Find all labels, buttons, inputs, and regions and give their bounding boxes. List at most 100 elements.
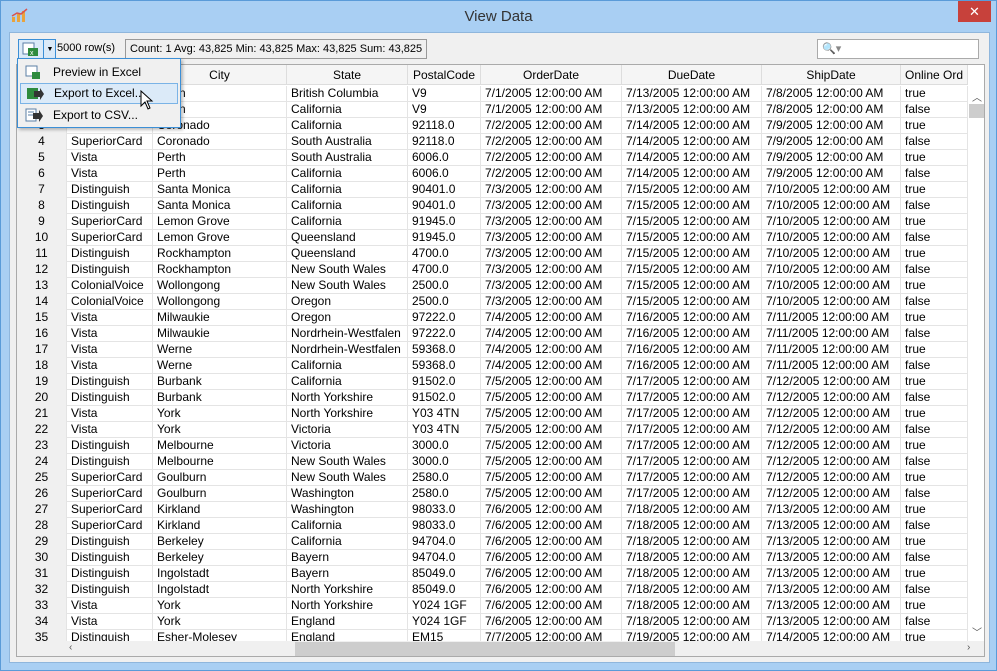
- cell-due-date[interactable]: 7/14/2005 12:00:00 AM: [622, 118, 762, 134]
- cell-online-order[interactable]: false: [901, 102, 968, 118]
- cell-row-number[interactable]: 6: [17, 166, 67, 182]
- cell-row-number[interactable]: 10: [17, 230, 67, 246]
- cell-city[interactable]: Rockhampton: [153, 262, 287, 278]
- cell-card-type[interactable]: SuperiorCard: [67, 470, 153, 486]
- cell-order-date[interactable]: 7/3/2005 12:00:00 AM: [481, 230, 622, 246]
- cell-ship-date[interactable]: 7/10/2005 12:00:00 AM: [762, 230, 901, 246]
- cell-ship-date[interactable]: 7/13/2005 12:00:00 AM: [762, 582, 901, 598]
- cell-online-order[interactable]: true: [901, 118, 968, 134]
- cell-state[interactable]: Bayern: [287, 550, 408, 566]
- cell-postal-code[interactable]: 92118.0: [408, 134, 481, 150]
- cell-due-date[interactable]: 7/16/2005 12:00:00 AM: [622, 326, 762, 342]
- cell-ship-date[interactable]: 7/13/2005 12:00:00 AM: [762, 566, 901, 582]
- cell-row-number[interactable]: 13: [17, 278, 67, 294]
- cell-city[interactable]: Lemon Grove: [153, 214, 287, 230]
- cell-due-date[interactable]: 7/13/2005 12:00:00 AM: [622, 86, 762, 102]
- cell-order-date[interactable]: 7/3/2005 12:00:00 AM: [481, 182, 622, 198]
- cell-due-date[interactable]: 7/15/2005 12:00:00 AM: [622, 262, 762, 278]
- cell-card-type[interactable]: Distinguish: [67, 374, 153, 390]
- close-button[interactable]: ✕: [958, 1, 991, 22]
- cell-city[interactable]: Ingolstadt: [153, 566, 287, 582]
- cell-state[interactable]: England: [287, 614, 408, 630]
- cell-row-number[interactable]: 7: [17, 182, 67, 198]
- cell-order-date[interactable]: 7/6/2005 12:00:00 AM: [481, 566, 622, 582]
- cell-city[interactable]: York: [153, 406, 287, 422]
- cell-postal-code[interactable]: V9: [408, 86, 481, 102]
- cell-order-date[interactable]: 7/6/2005 12:00:00 AM: [481, 518, 622, 534]
- cell-row-number[interactable]: 20: [17, 390, 67, 406]
- cell-online-order[interactable]: false: [901, 486, 968, 502]
- cell-online-order[interactable]: false: [901, 454, 968, 470]
- table-row[interactable]: 14 ColonialVoice Wollongong Oregon 2500.0 7/3…: [17, 294, 968, 310]
- scroll-right-icon[interactable]: ›: [967, 642, 970, 653]
- cell-state[interactable]: Nordrhein-Westfalen: [287, 342, 408, 358]
- cell-postal-code[interactable]: 3000.0: [408, 454, 481, 470]
- table-row[interactable]: 7 Distinguish Santa Monica California 90401.…: [17, 182, 968, 198]
- table-row[interactable]: 5 Vista Perth South Australia 6006.0 7/2/2005…: [17, 150, 968, 166]
- cell-postal-code[interactable]: 4700.0: [408, 246, 481, 262]
- cell-order-date[interactable]: 7/3/2005 12:00:00 AM: [481, 262, 622, 278]
- cell-online-order[interactable]: true: [901, 534, 968, 550]
- cell-postal-code[interactable]: 98033.0: [408, 502, 481, 518]
- cell-card-type[interactable]: Distinguish: [67, 550, 153, 566]
- cell-state[interactable]: Washington: [287, 486, 408, 502]
- cell-ship-date[interactable]: 7/11/2005 12:00:00 AM: [762, 358, 901, 374]
- cell-row-number[interactable]: 18: [17, 358, 67, 374]
- cell-city[interactable]: Rockhampton: [153, 246, 287, 262]
- table-row[interactable]: 6 Vista Perth California 6006.0 7/2/2005 12:0…: [17, 166, 968, 182]
- cell-card-type[interactable]: ColonialVoice: [67, 294, 153, 310]
- cell-due-date[interactable]: 7/17/2005 12:00:00 AM: [622, 422, 762, 438]
- cell-postal-code[interactable]: V9: [408, 102, 481, 118]
- cell-card-type[interactable]: Distinguish: [67, 182, 153, 198]
- cell-card-type[interactable]: Vista: [67, 166, 153, 182]
- cell-order-date[interactable]: 7/3/2005 12:00:00 AM: [481, 246, 622, 262]
- cell-postal-code[interactable]: 59368.0: [408, 342, 481, 358]
- table-row[interactable]: 25 SuperiorCard Goulburn New South Wales 258…: [17, 470, 968, 486]
- table-row[interactable]: 21 Vista York North Yorkshire Y03 4TN 7/5/200…: [17, 406, 968, 422]
- cell-card-type[interactable]: Distinguish: [67, 566, 153, 582]
- cell-due-date[interactable]: 7/15/2005 12:00:00 AM: [622, 230, 762, 246]
- cell-online-order[interactable]: true: [901, 150, 968, 166]
- table-row[interactable]: 16 Vista Milwaukie Nordrhein-Westfalen 97222…: [17, 326, 968, 342]
- cell-row-number[interactable]: 9: [17, 214, 67, 230]
- cell-row-number[interactable]: 16: [17, 326, 67, 342]
- cell-order-date[interactable]: 7/6/2005 12:00:00 AM: [481, 614, 622, 630]
- cell-postal-code[interactable]: 97222.0: [408, 326, 481, 342]
- cell-state[interactable]: California: [287, 166, 408, 182]
- cell-row-number[interactable]: 12: [17, 262, 67, 278]
- cell-due-date[interactable]: 7/18/2005 12:00:00 AM: [622, 582, 762, 598]
- cell-ship-date[interactable]: 7/12/2005 12:00:00 AM: [762, 422, 901, 438]
- table-row[interactable]: 34 Vista York England Y024 1GF 7/6/2005 12:00…: [17, 614, 968, 630]
- cell-state[interactable]: New South Wales: [287, 470, 408, 486]
- cell-city[interactable]: Lemon Grove: [153, 230, 287, 246]
- cell-row-number[interactable]: 14: [17, 294, 67, 310]
- search-input[interactable]: 🔍▾: [817, 39, 979, 59]
- cell-row-number[interactable]: 5: [17, 150, 67, 166]
- cell-online-order[interactable]: false: [901, 518, 968, 534]
- table-row[interactable]: 35 Distinguish Esher-Molesey England EM15 7/7…: [17, 630, 968, 641]
- table-row[interactable]: 12 Distinguish Rockhampton New South Wales 4…: [17, 262, 968, 278]
- cell-ship-date[interactable]: 7/9/2005 12:00:00 AM: [762, 134, 901, 150]
- scroll-down-icon[interactable]: ﹀: [972, 624, 982, 639]
- cell-ship-date[interactable]: 7/11/2005 12:00:00 AM: [762, 342, 901, 358]
- table-row[interactable]: 20 Distinguish Burbank North Yorkshire 91502…: [17, 390, 968, 406]
- vertical-scroll-thumb[interactable]: [969, 104, 984, 118]
- cell-ship-date[interactable]: 7/10/2005 12:00:00 AM: [762, 278, 901, 294]
- cell-ship-date[interactable]: 7/10/2005 12:00:00 AM: [762, 294, 901, 310]
- cell-city[interactable]: York: [153, 614, 287, 630]
- cell-state[interactable]: England: [287, 630, 408, 641]
- cell-due-date[interactable]: 7/16/2005 12:00:00 AM: [622, 342, 762, 358]
- cell-due-date[interactable]: 7/18/2005 12:00:00 AM: [622, 550, 762, 566]
- cell-state[interactable]: New South Wales: [287, 454, 408, 470]
- cell-ship-date[interactable]: 7/9/2005 12:00:00 AM: [762, 166, 901, 182]
- cell-ship-date[interactable]: 7/11/2005 12:00:00 AM: [762, 310, 901, 326]
- cell-state[interactable]: California: [287, 118, 408, 134]
- cell-postal-code[interactable]: 4700.0: [408, 262, 481, 278]
- table-row[interactable]: 23 Distinguish Melbourne Victoria 3000.0 7/5/…: [17, 438, 968, 454]
- cell-postal-code[interactable]: 59368.0: [408, 358, 481, 374]
- cell-online-order[interactable]: true: [901, 310, 968, 326]
- cell-row-number[interactable]: 8: [17, 198, 67, 214]
- cell-order-date[interactable]: 7/6/2005 12:00:00 AM: [481, 598, 622, 614]
- cell-city[interactable]: Esher-Molesey: [153, 630, 287, 641]
- cell-state[interactable]: Nordrhein-Westfalen: [287, 326, 408, 342]
